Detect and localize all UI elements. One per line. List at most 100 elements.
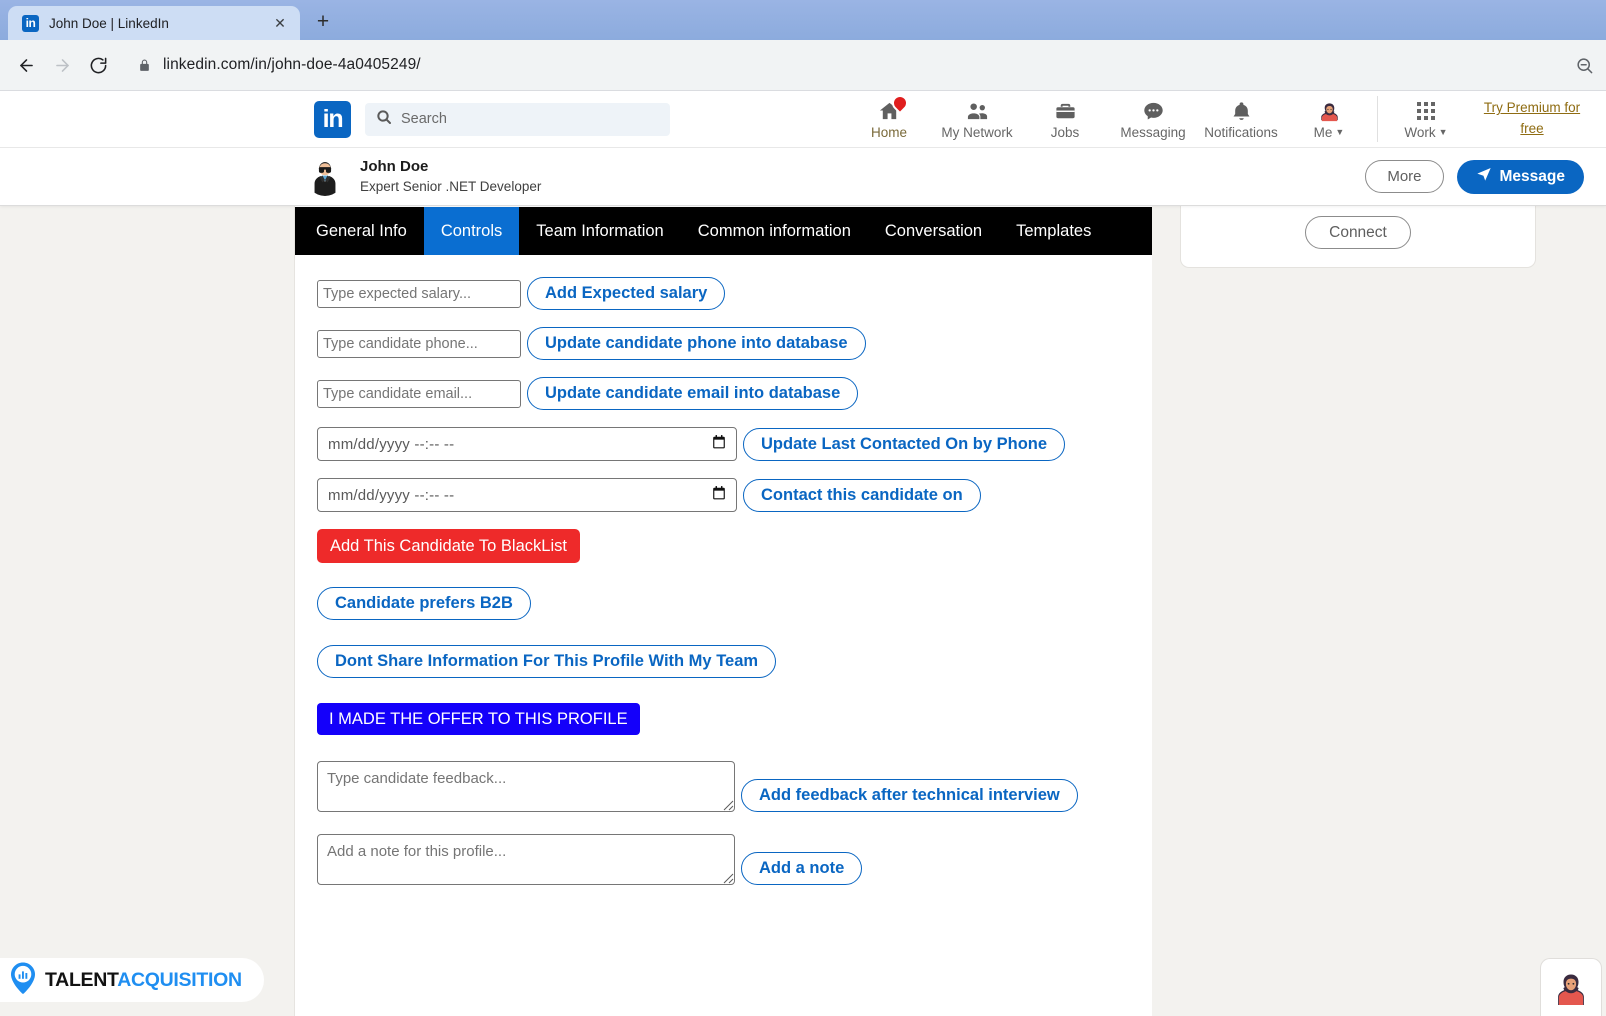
add-expected-salary-button[interactable]: Add Expected salary <box>527 277 726 310</box>
candidate-phone-input[interactable] <box>317 329 521 358</box>
nav-label-me: Me ▼ <box>1314 125 1345 140</box>
linkedin-global-nav: in Search Home My Network Jobs Messaging… <box>0 91 1606 148</box>
candidate-panel: General Info Controls Team Information C… <box>294 206 1152 1016</box>
contact-on-datetime-input[interactable]: mm/dd/yyyy --:-- -- <box>317 478 737 512</box>
forward-arrow-icon[interactable] <box>46 49 78 81</box>
tab-conversation[interactable]: Conversation <box>868 207 999 255</box>
chat-avatar-icon <box>1554 971 1588 1005</box>
nav-item-jobs[interactable]: Jobs <box>1021 91 1109 148</box>
update-email-button[interactable]: Update candidate email into database <box>527 377 859 410</box>
row-note: Add a note <box>317 834 1152 885</box>
browser-chrome: in John Doe | LinkedIn ✕ + linkedin.com/… <box>0 0 1606 91</box>
nav-label-notifications: Notifications <box>1204 124 1278 140</box>
add-to-blacklist-button[interactable]: Add This Candidate To BlackList <box>317 529 580 563</box>
candidate-feedback-textarea[interactable] <box>317 761 735 812</box>
try-premium-link[interactable]: Try Premium for free <box>1478 98 1586 140</box>
watermark-text-acquisition: ACQUISITION <box>117 968 242 991</box>
nav-label-messaging: Messaging <box>1120 124 1186 140</box>
nav-item-me[interactable]: Me ▼ <box>1285 91 1373 148</box>
back-arrow-icon[interactable] <box>10 49 42 81</box>
row-prefers-b2b: Candidate prefers B2B <box>317 587 1152 620</box>
linkedin-favicon-icon: in <box>22 14 39 32</box>
row-contact-on: mm/dd/yyyy --:-- -- Contact this candida… <box>317 478 1152 512</box>
contact-this-candidate-on-button[interactable]: Contact this candidate on <box>743 478 981 512</box>
row-last-contacted: mm/dd/yyyy --:-- -- Update Last Contacte… <box>317 427 1152 461</box>
bell-icon <box>1230 99 1253 124</box>
linkedin-page: in Search Home My Network Jobs Messaging… <box>0 91 1606 1016</box>
last-contacted-placeholder: mm/dd/yyyy --:-- -- <box>328 435 455 453</box>
update-last-contacted-button[interactable]: Update Last Contacted On by Phone <box>743 427 1066 461</box>
row-feedback: Add feedback after technical interview <box>317 761 1152 812</box>
nav-item-work[interactable]: Work ▼ <box>1382 91 1470 148</box>
watermark-text: TALENTACQUISITION <box>45 969 242 992</box>
calendar-icon[interactable] <box>712 434 726 454</box>
profile-avatar[interactable] <box>306 157 344 196</box>
profile-note-textarea[interactable] <box>317 834 735 885</box>
close-tab-icon[interactable]: ✕ <box>270 13 290 33</box>
row-expected-salary: Add Expected salary <box>317 277 1152 310</box>
nav-items: Home My Network Jobs Messaging Notificat… <box>845 91 1586 148</box>
panel-tabbar: General Info Controls Team Information C… <box>295 207 1152 255</box>
chevron-down-icon: ▼ <box>1438 126 1448 137</box>
grid-icon <box>1417 99 1435 124</box>
candidate-prefers-b2b-button[interactable]: Candidate prefers B2B <box>317 587 531 620</box>
tab-general-info[interactable]: General Info <box>295 207 424 255</box>
nav-label-work-text: Work <box>1404 124 1436 140</box>
nav-divider <box>1377 96 1378 142</box>
nav-item-notifications[interactable]: Notifications <box>1197 91 1285 148</box>
browser-toolbar: linkedin.com/in/john-doe-4a0405249/ <box>0 40 1606 91</box>
send-plane-icon <box>1476 166 1492 187</box>
update-phone-button[interactable]: Update candidate phone into database <box>527 327 866 360</box>
more-button[interactable]: More <box>1365 160 1444 193</box>
new-tab-button[interactable]: + <box>308 7 338 37</box>
message-button[interactable]: Message <box>1456 159 1584 194</box>
browser-tab[interactable]: in John Doe | LinkedIn ✕ <box>8 6 300 40</box>
chevron-down-icon: ▼ <box>1335 126 1345 137</box>
zoom-out-icon[interactable] <box>1569 56 1594 75</box>
tab-controls[interactable]: Controls <box>423 207 520 255</box>
row-candidate-phone: Update candidate phone into database <box>317 327 1152 360</box>
reload-icon[interactable] <box>82 49 114 81</box>
browser-tabstrip: in John Doe | LinkedIn ✕ + <box>0 0 1606 40</box>
briefcase-icon <box>1054 99 1077 124</box>
watermark-text-talent: TALENT <box>45 968 118 991</box>
lock-icon <box>138 58 151 73</box>
message-button-label: Message <box>1499 167 1565 185</box>
left-rail <box>0 206 294 1016</box>
row-candidate-email: Update candidate email into database <box>317 377 1152 410</box>
tab-templates[interactable]: Templates <box>999 207 1108 255</box>
chat-widget[interactable] <box>1540 958 1602 1016</box>
candidate-email-input[interactable] <box>317 379 521 408</box>
avatar-icon <box>1318 99 1341 124</box>
tab-team-information[interactable]: Team Information <box>519 207 680 255</box>
profile-name: John Doe <box>360 158 429 176</box>
connect-button[interactable]: Connect <box>1305 216 1411 249</box>
made-offer-button[interactable]: I MADE THE OFFER TO THIS PROFILE <box>317 703 640 735</box>
search-input[interactable]: Search <box>365 102 670 136</box>
nav-label-jobs: Jobs <box>1050 124 1080 140</box>
dont-share-information-button[interactable]: Dont Share Information For This Profile … <box>317 645 777 678</box>
row-dont-share: Dont Share Information For This Profile … <box>317 645 1152 678</box>
add-note-button[interactable]: Add a note <box>741 852 863 885</box>
profile-identity: John Doe Expert Senior .NET Developer <box>360 157 541 195</box>
chat-bubble-icon <box>1142 99 1165 124</box>
expected-salary-input[interactable] <box>317 279 521 308</box>
tab-common-information[interactable]: Common information <box>681 207 868 255</box>
profile-subheader: John Doe Expert Senior .NET Developer Mo… <box>0 148 1606 206</box>
nav-item-my-network[interactable]: My Network <box>933 91 1021 148</box>
home-icon <box>878 91 911 124</box>
calendar-icon[interactable] <box>712 485 726 505</box>
nav-item-messaging[interactable]: Messaging <box>1109 91 1197 148</box>
add-feedback-button[interactable]: Add feedback after technical interview <box>741 779 1078 812</box>
address-bar[interactable]: linkedin.com/in/john-doe-4a0405249/ <box>126 49 1565 81</box>
row-blacklist: Add This Candidate To BlackList <box>317 529 1152 563</box>
nav-label-me-text: Me <box>1313 124 1333 140</box>
page-body: Connect General Info Controls Team Infor… <box>0 144 1606 1016</box>
contact-on-placeholder: mm/dd/yyyy --:-- -- <box>328 486 455 504</box>
linkedin-logo-icon[interactable]: in <box>314 100 351 138</box>
map-pin-chart-icon <box>8 961 38 1000</box>
talent-acquisition-watermark: TALENTACQUISITION <box>0 958 264 1002</box>
last-contacted-datetime-input[interactable]: mm/dd/yyyy --:-- -- <box>317 427 737 461</box>
url-text: linkedin.com/in/john-doe-4a0405249/ <box>163 56 421 73</box>
nav-item-home[interactable]: Home <box>845 91 933 148</box>
